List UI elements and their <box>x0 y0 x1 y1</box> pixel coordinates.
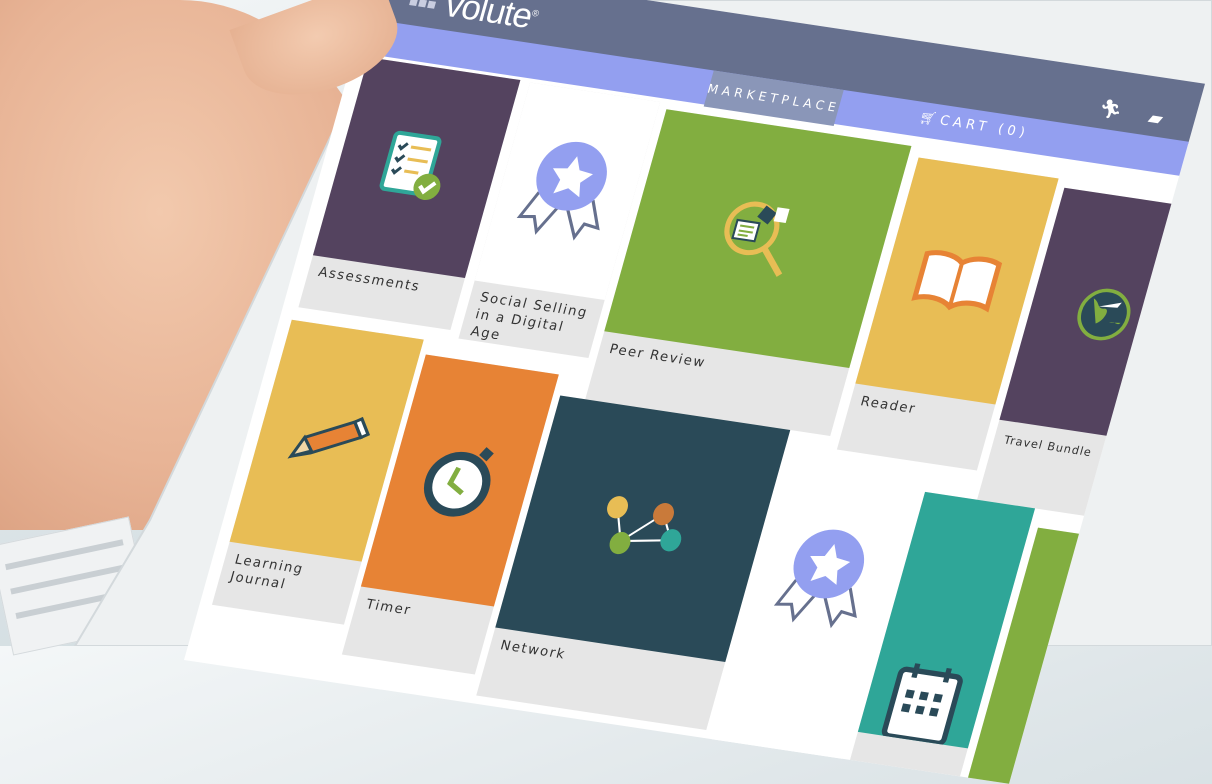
open-book-icon <box>911 250 1003 313</box>
logo-text: volute <box>440 0 537 37</box>
tile-label: Travel Bundle <box>1002 433 1094 460</box>
tablet: volute® 🏃︎ ▰ MARKETPLACE 🛒︎CART (0) Asse… <box>184 0 1205 784</box>
checklist-icon <box>379 130 442 201</box>
tile-label: Social Selling in a Digital Age <box>468 290 590 344</box>
logout-runner-icon[interactable]: 🏃︎ <box>1096 98 1125 122</box>
tablet-screen: volute® 🏃︎ ▰ MARKETPLACE 🛒︎CART (0) Asse… <box>184 0 1205 784</box>
stopwatch-icon <box>423 447 494 517</box>
award-badge-icon <box>773 529 865 629</box>
tile-art <box>604 109 912 368</box>
logo-mark: ® <box>530 7 540 19</box>
chat-icon[interactable]: ▰ <box>1146 107 1166 130</box>
network-nodes-icon <box>607 496 682 555</box>
tile-label: Learning Journal <box>228 552 306 593</box>
award-badge-icon <box>516 141 607 241</box>
calendar-icon <box>881 663 963 746</box>
pencil-icon <box>287 416 371 459</box>
magnifier-documents-icon <box>723 201 790 277</box>
